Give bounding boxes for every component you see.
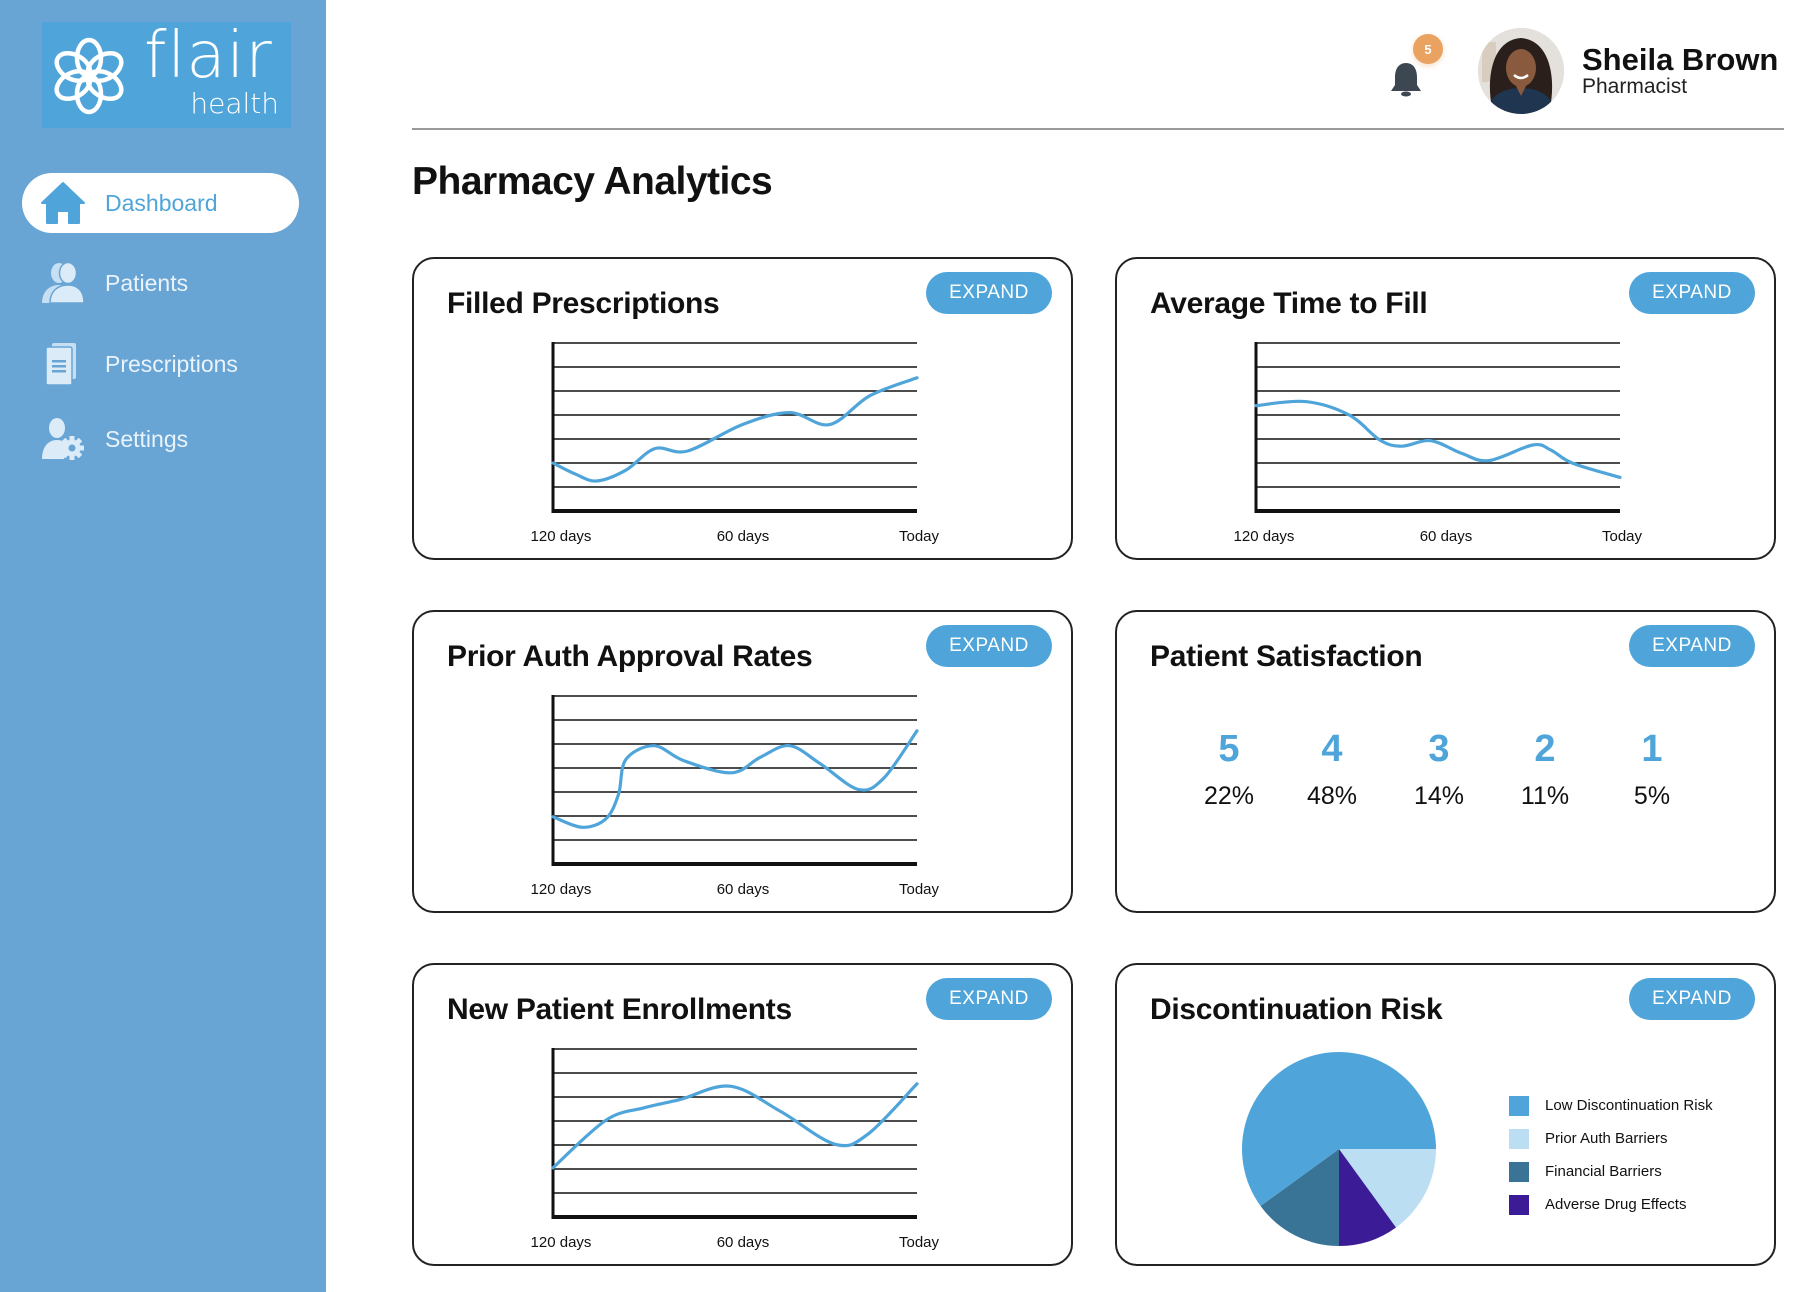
x-tick-label: Today	[899, 528, 940, 545]
x-tick-label: Today	[899, 1234, 940, 1251]
pie-legend: Low Discontinuation Risk Prior Auth Barr…	[1509, 1089, 1713, 1221]
legend-swatch	[1509, 1128, 1529, 1149]
card-filled-prescriptions: Filled Prescriptions EXPAND 120 days 60 d…	[412, 257, 1073, 560]
users-icon	[42, 261, 85, 304]
satisfaction-rating-2: 2 11%	[1495, 730, 1595, 809]
notification-badge: 5	[1413, 34, 1443, 64]
series-line	[551, 729, 919, 829]
satisfaction-rating-3: 3 14%	[1389, 730, 1489, 809]
rating-value: 1	[1641, 728, 1663, 770]
card-new-patient-enrollments: New Patient Enrollments EXPAND 120 days 6…	[412, 963, 1073, 1266]
sidebar: flair health Dashboard Patients Prescrip…	[0, 0, 326, 1292]
card-average-time-to-fill: Average Time to Fill EXPAND 120 days 60 d…	[1115, 257, 1776, 560]
series-line	[551, 376, 919, 483]
card-title: Patient Satisfaction	[1150, 640, 1423, 673]
rating-percent: 22%	[1203, 782, 1255, 810]
rating-value: 5	[1218, 728, 1240, 770]
filled-prescriptions-chart: 120 days 60 days Today	[531, 342, 940, 545]
sidebar-item-label: Dashboard	[105, 189, 218, 216]
card-prior-auth-approval-rates: Prior Auth Approval Rates EXPAND 120 day…	[412, 610, 1073, 913]
legend-item: Adverse Drug Effects	[1509, 1188, 1713, 1221]
brand-name: flair	[144, 19, 273, 93]
legend-item: Prior Auth Barriers	[1509, 1122, 1713, 1155]
legend-label: Low Discontinuation Risk	[1545, 1097, 1713, 1114]
prior-auth-approval-rates-chart: 120 days 60 days Today	[531, 695, 940, 898]
satisfaction-rating-4: 4 48%	[1282, 730, 1382, 809]
x-tick-label: 120 days	[1234, 528, 1295, 545]
average-time-to-fill-chart: 120 days 60 days Today	[1234, 342, 1643, 545]
card-discontinuation-risk: Discontinuation Risk EXPAND Low Disconti…	[1115, 963, 1776, 1266]
user-name: Sheila Brown	[1582, 42, 1779, 77]
x-tick-label: 60 days	[717, 881, 770, 898]
x-tick-label: 120 days	[531, 1234, 592, 1251]
sidebar-item-label: Settings	[105, 425, 189, 452]
user-settings-icon	[42, 418, 84, 460]
documents-icon	[45, 343, 76, 386]
legend-label: Prior Auth Barriers	[1545, 1130, 1668, 1147]
sidebar-item-settings[interactable]: Settings	[22, 409, 299, 469]
legend-item: Financial Barriers	[1509, 1155, 1713, 1188]
rating-value: 3	[1428, 728, 1450, 770]
brand-logo[interactable]: flair health	[42, 22, 291, 128]
sidebar-item-prescriptions[interactable]: Prescriptions	[22, 334, 299, 394]
rating-percent: 11%	[1520, 782, 1570, 810]
legend-swatch	[1509, 1095, 1529, 1116]
x-tick-label: Today	[1602, 528, 1643, 545]
x-tick-label: 60 days	[717, 1234, 770, 1251]
header-divider	[412, 128, 1784, 130]
brand-subtitle: health	[190, 87, 279, 120]
rating-percent: 48%	[1306, 782, 1358, 810]
sidebar-item-dashboard[interactable]: Dashboard	[22, 173, 299, 233]
flower-logo-icon	[54, 37, 124, 115]
legend-swatch	[1509, 1161, 1529, 1182]
rating-percent: 14%	[1413, 782, 1465, 810]
sidebar-item-label: Prescriptions	[105, 350, 238, 377]
sidebar-item-label: Patients	[105, 269, 189, 296]
x-tick-label: 120 days	[531, 881, 592, 898]
avatar[interactable]	[1478, 28, 1564, 114]
x-tick-label: Today	[899, 881, 940, 898]
x-tick-label: 60 days	[717, 528, 770, 545]
x-tick-label: 60 days	[1420, 528, 1473, 545]
bell-icon[interactable]	[1388, 60, 1424, 100]
legend-swatch	[1509, 1194, 1529, 1215]
satisfaction-rating-5: 5 22%	[1179, 730, 1279, 809]
home-icon	[41, 182, 85, 224]
user-role: Pharmacist	[1582, 75, 1688, 98]
user-photo	[1478, 28, 1564, 114]
page-title: Pharmacy Analytics	[412, 160, 773, 203]
legend-item: Low Discontinuation Risk	[1509, 1089, 1713, 1122]
sidebar-item-patients[interactable]: Patients	[22, 253, 299, 313]
satisfaction-rating-1: 1 5%	[1602, 730, 1702, 809]
x-tick-label: 120 days	[531, 528, 592, 545]
expand-button[interactable]: EXPAND	[1629, 625, 1755, 667]
new-patient-enrollments-chart: 120 days 60 days Today	[531, 1048, 940, 1251]
card-patient-satisfaction: Patient Satisfaction EXPAND 5 22% 4 48% …	[1115, 610, 1776, 913]
rating-value: 2	[1534, 728, 1556, 770]
rating-percent: 5%	[1633, 782, 1671, 810]
legend-label: Adverse Drug Effects	[1545, 1196, 1687, 1213]
rating-value: 4	[1321, 728, 1343, 770]
legend-label: Financial Barriers	[1545, 1163, 1662, 1180]
